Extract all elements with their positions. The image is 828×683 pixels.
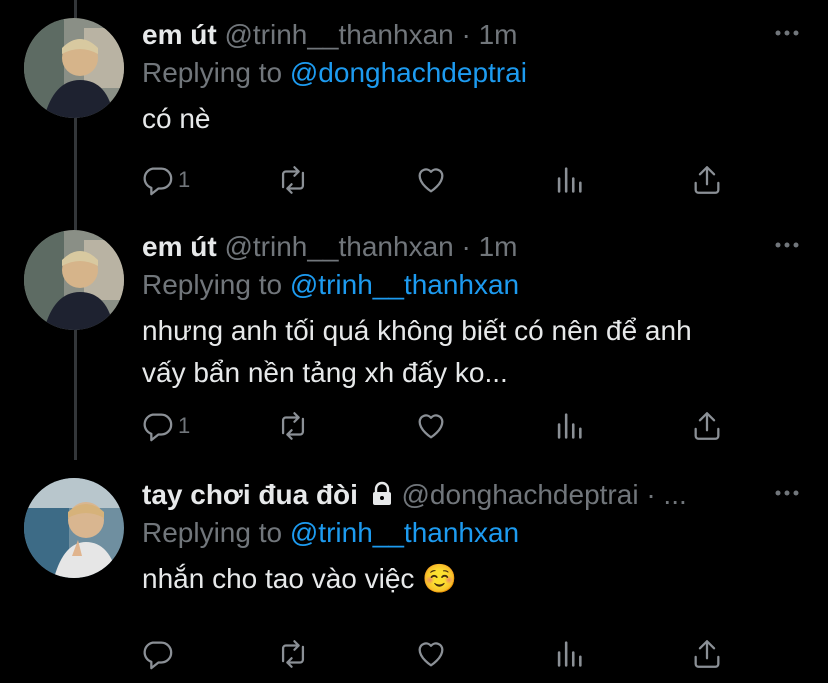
mention-link[interactable]: @trinh__thanhxan bbox=[290, 517, 519, 548]
retweet-icon bbox=[281, 640, 305, 668]
like-button[interactable] bbox=[414, 160, 448, 200]
analytics-icon bbox=[557, 167, 582, 193]
like-icon bbox=[418, 642, 444, 667]
reply-count: 1 bbox=[178, 413, 191, 438]
reply-icon bbox=[143, 641, 173, 670]
share-button[interactable] bbox=[690, 160, 724, 200]
display-name[interactable]: em út bbox=[142, 19, 217, 50]
like-icon bbox=[418, 168, 444, 193]
tweet-header: tay chơi đua đòi @donghachdeptrai · ... bbox=[142, 476, 687, 517]
tweet-text-line: vấy bẩn nền tảng xh đấy ko... bbox=[142, 357, 508, 388]
analytics-button[interactable] bbox=[552, 634, 586, 674]
retweet-icon bbox=[281, 412, 305, 440]
replying-to-label: Replying to bbox=[142, 57, 283, 88]
lock-icon bbox=[370, 479, 394, 517]
handle[interactable]: @donghachdeptrai · ... bbox=[402, 479, 687, 510]
reply-button[interactable]: 1 bbox=[140, 406, 190, 446]
replying-to-label: Replying to bbox=[142, 517, 283, 548]
share-icon bbox=[694, 166, 720, 194]
share-icon bbox=[694, 640, 720, 668]
share-button[interactable] bbox=[690, 634, 724, 674]
handle[interactable]: @trinh__thanhxan bbox=[224, 231, 453, 262]
reply-button[interactable]: 1 bbox=[140, 160, 190, 200]
like-button[interactable] bbox=[414, 634, 448, 674]
tweet-text: nhắn cho tao vào việc ☺️ bbox=[142, 563, 458, 594]
reply-button[interactable] bbox=[140, 634, 178, 674]
action-bar: 1 bbox=[140, 406, 740, 446]
reply-icon bbox=[143, 167, 173, 196]
reply-icon bbox=[143, 413, 173, 442]
avatar[interactable] bbox=[24, 18, 124, 118]
analytics-button[interactable] bbox=[552, 160, 586, 200]
reply-count: 1 bbox=[178, 167, 191, 192]
analytics-icon bbox=[557, 641, 582, 667]
tweet-text-line: nhưng anh tối quá không biết có nên để a… bbox=[142, 315, 692, 346]
action-bar bbox=[140, 634, 740, 674]
separator-dot: · bbox=[461, 19, 471, 50]
tweet-header: em út @trinh__thanhxan · 1m bbox=[142, 228, 518, 266]
analytics-icon bbox=[557, 413, 582, 439]
share-button[interactable] bbox=[690, 406, 724, 446]
timestamp[interactable]: 1m bbox=[479, 231, 518, 262]
more-icon[interactable] bbox=[774, 20, 800, 46]
more-icon[interactable] bbox=[774, 480, 800, 506]
share-icon bbox=[694, 412, 720, 440]
tweet-text: có nè bbox=[142, 103, 211, 134]
like-button[interactable] bbox=[414, 406, 448, 446]
tweet-text: nhưng anh tối quá không biết có nên để a… bbox=[142, 310, 802, 394]
mention-link[interactable]: @donghachdeptrai bbox=[290, 57, 527, 88]
mention-link[interactable]: @trinh__thanhxan bbox=[290, 269, 519, 300]
action-bar: 1 bbox=[140, 160, 740, 200]
timestamp[interactable]: 1m bbox=[479, 19, 518, 50]
retweet-button[interactable] bbox=[276, 160, 310, 200]
handle[interactable]: @trinh__thanhxan bbox=[224, 19, 453, 50]
replying-to-label: Replying to bbox=[142, 269, 283, 300]
retweet-icon bbox=[281, 166, 305, 194]
more-icon[interactable] bbox=[774, 232, 800, 258]
retweet-button[interactable] bbox=[276, 406, 310, 446]
retweet-button[interactable] bbox=[276, 634, 310, 674]
tweet-header: em út @trinh__thanhxan · 1m bbox=[142, 16, 518, 54]
replying-to: Replying to @trinh__thanhxan bbox=[142, 514, 519, 552]
analytics-button[interactable] bbox=[552, 406, 586, 446]
replying-to: Replying to @donghachdeptrai bbox=[142, 54, 527, 92]
like-icon bbox=[418, 414, 444, 439]
avatar[interactable] bbox=[24, 478, 124, 578]
replying-to: Replying to @trinh__thanhxan bbox=[142, 266, 519, 304]
avatar[interactable] bbox=[24, 230, 124, 330]
separator-dot: · bbox=[461, 231, 471, 262]
display-name[interactable]: em út bbox=[142, 231, 217, 262]
display-name[interactable]: tay chơi đua đòi bbox=[142, 479, 358, 510]
